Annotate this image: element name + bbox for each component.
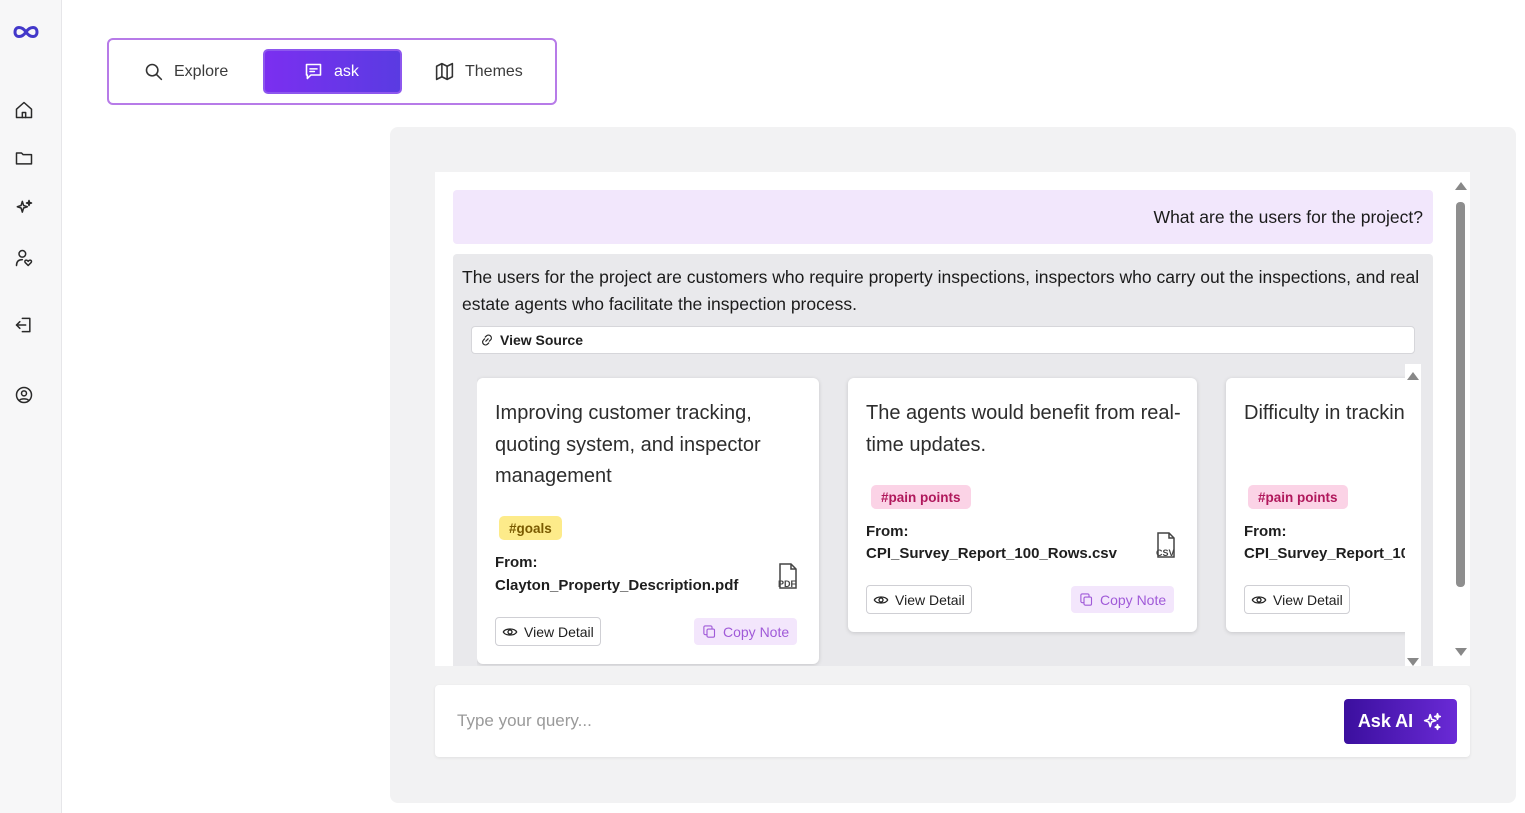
cards-scrollbar[interactable] — [1405, 364, 1421, 666]
tab-ask[interactable]: ask — [263, 49, 402, 94]
user-question: What are the users for the project? — [453, 190, 1433, 244]
from-label: From: — [1244, 523, 1287, 540]
sparkles-icon — [1424, 712, 1442, 730]
tag-badge: #pain points — [871, 485, 971, 509]
view-detail-button[interactable]: View Detail — [495, 617, 601, 646]
map-icon — [435, 62, 454, 81]
mode-tabs: Explore ask Themes — [107, 38, 557, 105]
ask-ai-label: Ask AI — [1357, 711, 1414, 731]
copy-note-label: Copy Note — [1100, 591, 1167, 608]
view-detail-button[interactable]: View Detail — [866, 585, 972, 614]
sidebar — [0, 0, 62, 813]
user-heart-icon[interactable] — [12, 246, 36, 270]
account-icon[interactable] — [12, 383, 36, 407]
home-icon[interactable] — [12, 98, 36, 122]
copy-note-button[interactable]: Copy Note — [1071, 586, 1175, 613]
card-title: The agents would benefit from real-time … — [866, 402, 1181, 456]
search-icon — [145, 63, 163, 81]
view-detail-label: View Detail — [524, 623, 594, 640]
eye-icon — [1251, 595, 1267, 604]
chat-icon — [305, 63, 322, 80]
scroll-up-arrow-icon[interactable] — [1455, 182, 1467, 190]
eye-icon — [502, 627, 518, 636]
ask-ai-button[interactable]: Ask AI — [1344, 699, 1457, 744]
chat-window[interactable]: What are the users for the project? The … — [435, 172, 1470, 666]
file-type-label: CSV — [1156, 548, 1175, 558]
card-title: Difficulty in tracking allocation — [1244, 402, 1405, 424]
source-file-name: Clayton_Property_Description.pdf — [495, 577, 739, 594]
sparkles-icon[interactable] — [12, 196, 36, 220]
eye-icon — [873, 595, 889, 604]
query-input[interactable] — [457, 707, 1317, 735]
view-detail-label: View Detail — [1273, 591, 1343, 608]
scrollbar-thumb[interactable] — [1456, 202, 1465, 587]
source-card: Improving customer tracking, quoting sys… — [477, 378, 819, 664]
tab-themes-label: Themes — [465, 62, 523, 80]
source-card: Difficulty in tracking allocation #pain … — [1226, 378, 1405, 632]
view-detail-button[interactable]: View Detail — [1244, 585, 1350, 614]
source-cards[interactable]: Improving customer tracking, quoting sys… — [477, 364, 1405, 666]
scroll-down-arrow-icon[interactable] — [1455, 648, 1467, 656]
logout-icon[interactable] — [12, 313, 36, 337]
answer-text: The users for the project are customers … — [462, 267, 1420, 314]
from-label: From: — [866, 523, 909, 540]
view-source-button[interactable]: View Source — [471, 326, 1415, 354]
ai-answer: The users for the project are customers … — [453, 254, 1433, 666]
query-bar: Ask AI — [435, 685, 1470, 757]
scroll-up-arrow-icon[interactable] — [1407, 372, 1419, 380]
view-source-label: View Source — [500, 332, 584, 348]
tab-explore-label: Explore — [174, 62, 229, 80]
copy-icon — [703, 625, 716, 638]
source-file-name: CPI_Survey_Report_100_Rows.csv — [866, 545, 1117, 562]
card-title: Improving customer tracking, quoting sys… — [495, 402, 761, 487]
pdf-file-icon: PDF — [776, 562, 800, 590]
copy-note-button[interactable]: Copy Note — [694, 618, 798, 645]
copy-note-label: Copy Note — [723, 623, 790, 640]
copy-icon — [1080, 593, 1093, 606]
source-card: The agents would benefit from real-time … — [848, 378, 1197, 632]
link-icon — [482, 334, 492, 346]
view-detail-label: View Detail — [895, 591, 965, 608]
tab-themes[interactable]: Themes — [422, 49, 535, 94]
scroll-down-arrow-icon[interactable] — [1407, 658, 1419, 666]
ask-panel: What are the users for the project? The … — [390, 127, 1516, 803]
tab-ask-label: ask — [334, 62, 359, 80]
folder-icon[interactable] — [12, 146, 36, 170]
infinity-logo-icon[interactable] — [11, 20, 41, 44]
source-file-name: CPI_Survey_Report_100_Rows.csv — [1244, 545, 1405, 562]
chat-scrollbar[interactable] — [1453, 180, 1467, 664]
tag-badge: #pain points — [1248, 485, 1348, 509]
tag-badge: #goals — [499, 516, 562, 540]
csv-file-icon: CSV — [1154, 531, 1178, 559]
from-label: From: — [495, 554, 538, 571]
file-type-label: PDF — [778, 579, 796, 589]
tab-explore[interactable]: Explore — [131, 49, 240, 94]
